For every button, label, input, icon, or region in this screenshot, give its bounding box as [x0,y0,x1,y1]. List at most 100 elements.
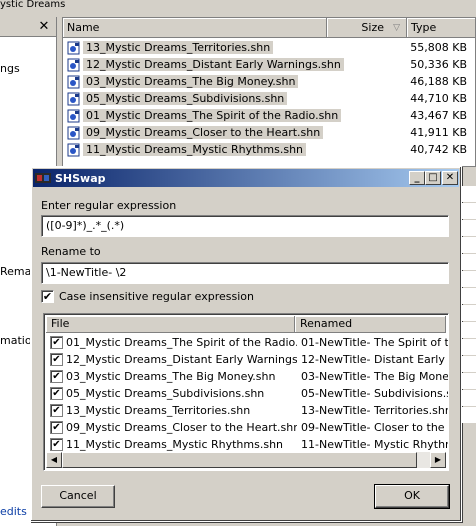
renamed-file-name: 09-NewTitle- Closer to the Hear [301,421,448,434]
preview-row[interactable]: ✔ 05_Mystic Dreams_Subdivisions.shn 05-New… [46,385,448,402]
column-name[interactable]: Name [63,18,327,38]
column-file[interactable]: File [46,316,295,333]
shswap-dialog: SHSwap _ □ ✕ Enter regular expression ([… [30,166,462,522]
file-name: 13_Mystic Dreams_Territories.shn [83,41,274,54]
close-pane-icon[interactable]: ✕ [36,19,52,35]
file-name: 09_Mystic Dreams_Closer to the Heart.shn [83,126,324,139]
background-type-cell [461,339,476,355]
horizontal-scrollbar[interactable]: ◀ ▶ [46,452,446,468]
file-name-cell: 11_Mystic Dreams_Mystic Rhythms.shn [63,143,383,157]
renamed-file-name: 05-NewTitle- Subdivisions.shn [301,387,448,400]
case-insensitive-checkbox[interactable]: ✔ [41,290,54,303]
background-type-cell [461,220,476,236]
cancel-button[interactable]: Cancel [41,485,115,508]
case-insensitive-label: Case insensitive regular expression [59,290,254,303]
window-title: ystic Dreams [0,0,476,10]
row-checkbox[interactable]: ✔ [50,370,63,383]
audio-file-icon [67,92,81,106]
file-row[interactable]: 09_Mystic Dreams_Closer to the Heart.shn… [63,124,475,141]
file-size: 41,911 KB [410,126,467,139]
preview-row[interactable]: ✔ 03_Mystic Dreams_The Big Money.shn 03-Ne… [46,368,449,385]
renamed-file-name: 03-NewTitle- The Big Money.sh [301,370,449,383]
preview-row[interactable]: ✔ 01_Mystic Dreams_The Spirit of the Radi… [46,334,449,351]
audio-file-icon [67,109,81,123]
file-name-cell: 01_Mystic Dreams_The Spirit of the Radio… [63,109,383,123]
background-type-cell [461,407,476,423]
rename-label: Rename to [41,245,101,258]
background-type-cell [461,254,476,270]
file-size: 43,467 KB [410,109,467,122]
original-file-name: 13_Mystic Dreams_Territories.shn [66,404,251,417]
dialog-title: SHSwap [55,171,106,185]
close-button[interactable]: ✕ [442,171,458,185]
background-type-cell [461,322,476,338]
original-file-name: 01_Mystic Dreams_The Spirit of the Radio… [66,336,297,349]
file-row[interactable]: 11_Mystic Dreams_Mystic Rhythms.shn 40,74… [63,141,475,158]
renamed-file-name: 13-NewTitle- Territories.shn [301,404,449,417]
background-type-cell [461,390,476,406]
scroll-left-button[interactable]: ◀ [46,452,62,468]
file-size: 55,808 KB [410,41,467,54]
file-type: Compressed [471,126,475,139]
left-pane-link[interactable]: edits [0,505,27,518]
file-type: Compressed [471,109,475,122]
row-checkbox[interactable]: ✔ [50,336,63,349]
dialog-titlebar[interactable]: SHSwap _ □ ✕ [33,169,459,187]
file-name-cell: 03_Mystic Dreams_The Big Money.shn [63,75,383,89]
column-size[interactable]: Size ▽ [327,18,407,38]
audio-file-icon [67,143,81,157]
background-type-cell [461,356,476,372]
row-checkbox[interactable]: ✔ [50,353,63,366]
rename-preview-list[interactable]: File Renamed ✔ 01_Mystic Dreams_The Spiri… [43,313,449,471]
file-size: 46,188 KB [410,75,467,88]
file-row[interactable]: 03_Mystic Dreams_The Big Money.shn 46,188… [63,73,475,90]
column-type[interactable]: Type [407,18,475,38]
preview-row[interactable]: ✔ 13_Mystic Dreams_Territories.shn 13-NewT… [46,402,449,419]
file-type: Compressed [471,41,475,54]
audio-file-icon [67,58,81,72]
file-type: Compressed [471,75,475,88]
row-checkbox[interactable]: ✔ [50,387,63,400]
background-type-cell [461,288,476,304]
file-list[interactable]: Name Size ▽ Type 13_Mystic Dreams_Territ… [62,17,476,167]
background-type-cell [461,203,476,219]
preview-row[interactable]: ✔ 09_Mystic Dreams_Closer to the Heart.sh… [46,419,448,436]
file-name-cell: 13_Mystic Dreams_Territories.shn [63,41,383,55]
file-name-cell: 12_Mystic Dreams_Distant Early Warnings.… [63,58,383,72]
column-renamed[interactable]: Renamed [295,316,446,333]
preview-row[interactable]: ✔ 11_Mystic Dreams_Mystic Rhythms.shn 11-N… [46,436,448,453]
audio-file-icon [67,126,81,140]
regex-label: Enter regular expression [41,199,177,212]
file-row[interactable]: 01_Mystic Dreams_The Spirit of the Radio… [63,107,475,124]
row-checkbox[interactable]: ✔ [50,438,63,451]
file-name: 11_Mystic Dreams_Mystic Rhythms.shn [83,143,307,156]
file-size: 40,742 KB [410,143,467,156]
left-pane-item[interactable]: ngs [0,62,20,75]
file-row[interactable]: 13_Mystic Dreams_Territories.shn 55,808 K… [63,39,475,56]
audio-file-icon [67,41,81,55]
row-checkbox[interactable]: ✔ [50,421,63,434]
regex-input[interactable]: ([0-9]*)_.*_(.*) [41,215,449,237]
maximize-button[interactable]: □ [425,171,441,185]
left-pane-header: ✕ [0,17,56,37]
file-name-cell: 05_Mystic Dreams_Subdivisions.shn [63,92,383,106]
scroll-right-button[interactable]: ▶ [430,452,446,468]
original-file-name: 09_Mystic Dreams_Closer to the Heart.shn [66,421,297,434]
background-type-cell [461,237,476,253]
ok-button[interactable]: OK [374,484,450,509]
rename-input[interactable]: \1-NewTitle- \2 [41,262,449,284]
column-size-label: Size [361,21,384,34]
file-row[interactable]: 12_Mystic Dreams_Distant Early Warnings.… [63,56,475,73]
minimize-button[interactable]: _ [409,171,425,185]
scrollbar-thumb[interactable] [62,452,417,468]
file-size: 50,336 KB [410,58,467,71]
background-type-cell [461,305,476,321]
renamed-file-name: 11-NewTitle- Mystic Rhythms.sh [301,438,448,451]
preview-row[interactable]: ✔ 12_Mystic Dreams_Distant Early Warnings… [46,351,448,368]
renamed-file-name: 01-NewTitle- The Spirit of the Ra [301,336,449,349]
file-type: Compressed [471,92,475,105]
background-type-cell [461,373,476,389]
file-row[interactable]: 05_Mystic Dreams_Subdivisions.shn 44,710 … [63,90,475,107]
row-checkbox[interactable]: ✔ [50,404,63,417]
original-file-name: 11_Mystic Dreams_Mystic Rhythms.shn [66,438,284,451]
